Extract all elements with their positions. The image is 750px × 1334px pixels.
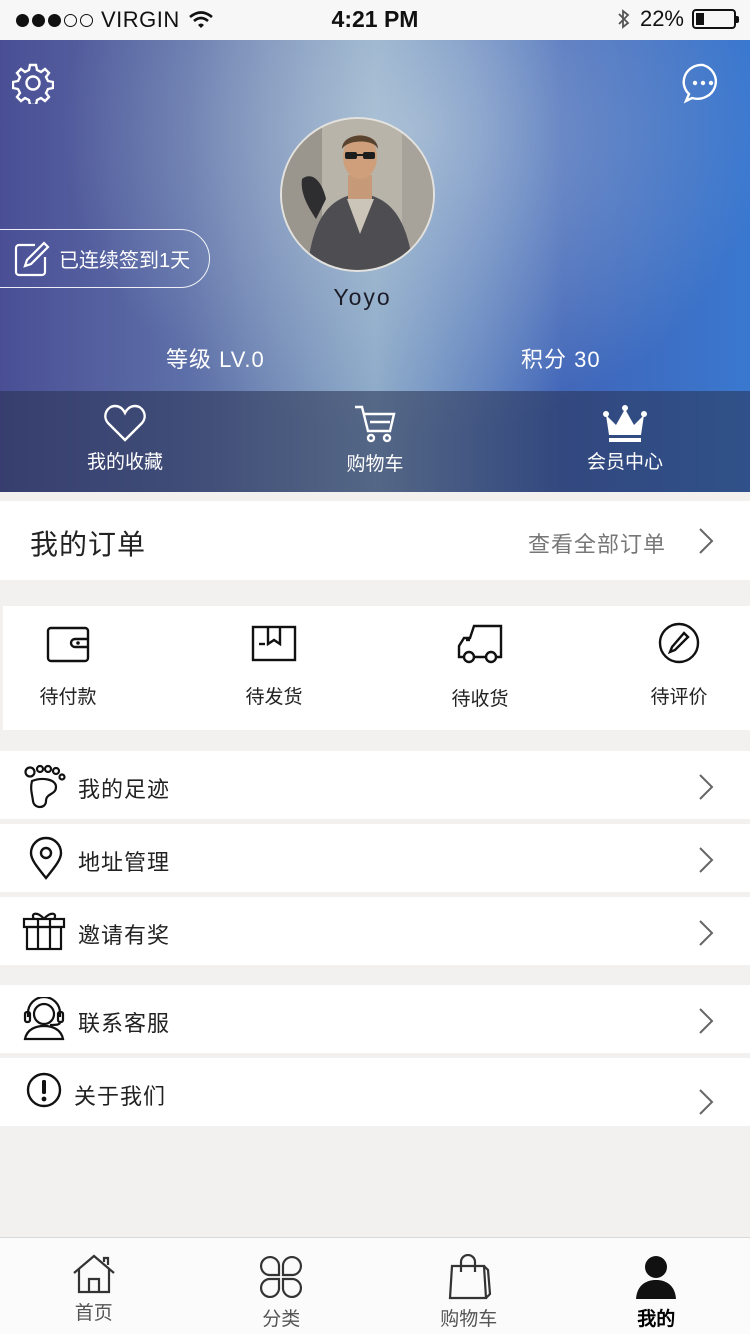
order-pending-receipt[interactable]: 待收货 [415,622,545,711]
tab-label: 购物车 [440,1309,498,1330]
menu-footprints[interactable]: 我的足迹 [0,751,750,819]
order-state-label: 待收货 [451,689,509,710]
truck-icon [457,624,503,664]
crown-icon [603,405,647,442]
tab-category[interactable]: 分类 [188,1238,376,1334]
pen-circle-icon [658,622,700,664]
battery-percent: 22% [639,6,684,31]
menu-label: 联系客服 [78,1011,171,1036]
menu-label: 地址管理 [78,850,171,875]
checkin-label: 已连续签到1天 [59,250,191,272]
quick-membership[interactable]: 会员中心 [500,391,750,492]
my-orders-row[interactable]: 我的订单 查看全部订单 [0,501,750,580]
user-icon [636,1256,677,1299]
quick-cart[interactable]: 购物车 [250,391,500,492]
checkin-button[interactable]: 已连续签到1天 [0,229,210,288]
tab-me[interactable]: 我的 [563,1238,750,1334]
info-exclamation-icon [26,1072,62,1108]
chat-bubble-icon[interactable] [682,62,724,104]
edit-icon [14,240,50,276]
profile-header: 已连续签到1天 Yoyo 等级 LV.0 积分 30 我的收藏 购物车 会员中心 [0,40,750,492]
menu-invite[interactable]: 邀请有奖 [0,897,750,965]
tab-label: 首页 [74,1303,113,1324]
user-level: 等级 LV.0 [166,347,265,372]
tab-cart[interactable]: 购物车 [375,1238,563,1334]
order-pending-review[interactable]: 待评价 [614,622,744,709]
heart-icon [104,404,146,442]
shopping-bag-icon [448,1254,491,1300]
status-bar: VIRGIN 4:21 PM 22% [0,0,750,40]
menu-label: 关于我们 [74,1084,167,1109]
orders-title: 我的订单 [30,529,147,560]
chevron-right-icon [699,1008,714,1034]
menu-about[interactable]: 关于我们 [0,1058,750,1126]
tab-label: 分类 [262,1309,301,1330]
wallet-icon [46,626,90,663]
battery-icon [692,9,739,29]
chevron-right-icon [699,1089,714,1115]
footprint-icon [24,764,66,809]
order-state-label: 待发货 [245,687,303,708]
gift-icon [22,912,66,951]
tab-home[interactable]: 首页 [0,1238,188,1334]
avatar[interactable] [280,117,435,272]
order-pending-payment[interactable]: 待付款 [3,622,133,709]
cart-icon [355,405,396,443]
gear-icon[interactable] [12,62,54,104]
view-all-orders-link[interactable]: 查看全部订单 [528,527,666,559]
order-status-grid: 待付款 待发货 待收货 待评价 [3,606,750,730]
package-icon [251,625,297,662]
quick-actions: 我的收藏 购物车 会员中心 [0,391,750,492]
quick-favorites[interactable]: 我的收藏 [0,391,250,492]
location-pin-icon [29,836,63,880]
menu-address[interactable]: 地址管理 [0,824,750,892]
chevron-right-icon [699,920,714,946]
order-pending-shipment[interactable]: 待发货 [209,622,339,709]
quick-label: 会员中心 [586,452,663,473]
home-icon [73,1254,115,1294]
tab-label: 我的 [637,1309,676,1330]
chevron-right-icon [699,774,714,800]
bottom-tab-bar: 首页 分类 购物车 我的 [0,1237,750,1334]
menu-label: 我的足迹 [78,777,171,802]
status-right: 22% [616,6,739,32]
headset-icon [23,997,65,1041]
order-state-label: 待评价 [650,687,708,708]
chevron-right-icon [699,528,714,554]
category-icon [260,1256,303,1298]
menu-label: 邀请有奖 [78,923,171,948]
menu-customer-service[interactable]: 联系客服 [0,985,750,1053]
quick-label: 购物车 [346,454,404,475]
user-points: 积分 30 [521,347,601,372]
order-state-label: 待付款 [39,687,97,708]
chevron-right-icon [699,847,714,873]
username: Yoyo [333,284,392,310]
quick-label: 我的收藏 [86,452,163,473]
bluetooth-icon [616,7,632,31]
